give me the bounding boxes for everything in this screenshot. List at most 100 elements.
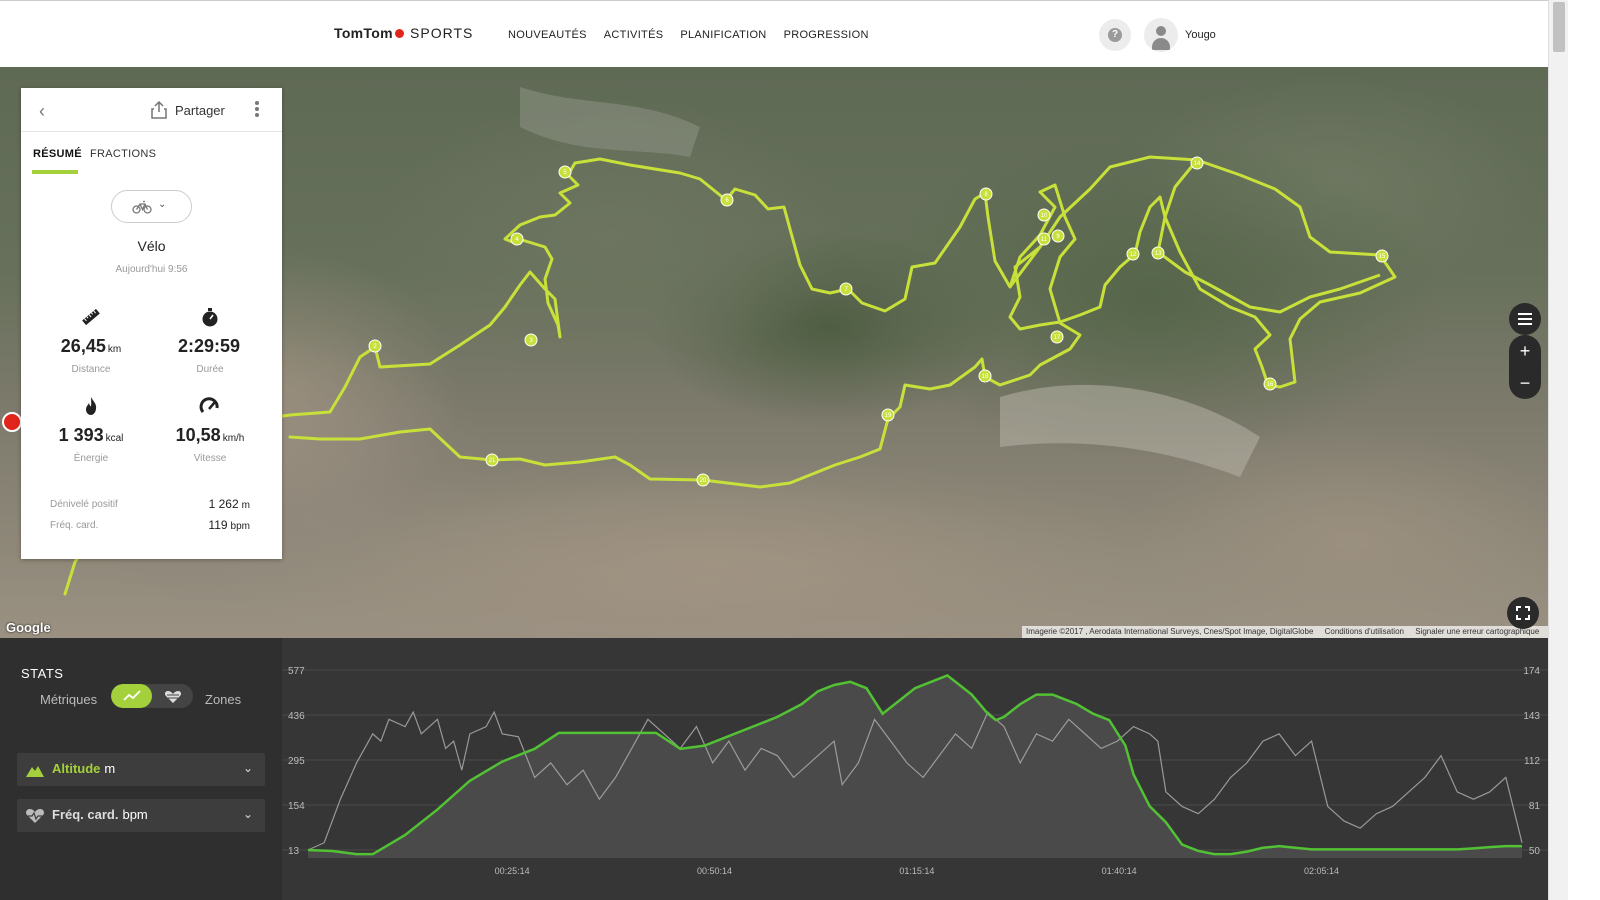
avatar-body-icon — [1152, 38, 1170, 50]
y-right-tick-label: 143 — [1523, 711, 1540, 722]
zoom-in-button[interactable]: + — [1509, 335, 1541, 367]
google-logo: Google — [6, 620, 51, 635]
lap-marker-label: 14 — [1194, 161, 1201, 167]
imagery-credit: Imagerie ©2017 , Aerodata International … — [1026, 627, 1314, 636]
lap-marker-label: 10 — [1041, 213, 1048, 219]
avatar-head-icon — [1156, 26, 1166, 36]
stats-chart[interactable]: 577 174 436 143 295 112 154 81 13 50 00:25:14 00:50… — [282, 638, 1548, 900]
nav-planification[interactable]: PLANIFICATION — [680, 29, 766, 41]
more-options-icon[interactable] — [254, 100, 260, 120]
speedometer-icon — [199, 397, 219, 413]
heart-rate-label: Fréq. card. — [50, 520, 99, 531]
lap-marker-label: 19 — [885, 413, 892, 419]
heart-rate-unit: bpm — [230, 521, 250, 532]
share-button[interactable]: Partager — [175, 103, 225, 118]
back-chevron-icon[interactable]: ‹ — [39, 101, 45, 122]
altitude-unit: m — [104, 761, 116, 776]
top-nav-bar: TomTom SPORTS NOUVEAUTÉS ACTIVITÉS PLANI… — [0, 0, 1548, 67]
altitude-metric-label: Altitude m — [52, 761, 115, 776]
distance-label: Distance — [71, 364, 111, 375]
metrics-toggle-label[interactable]: Métriques — [40, 692, 97, 707]
heart-rate-label-text: Fréq. card. — [52, 807, 119, 822]
heart-zones-icon — [164, 691, 182, 703]
tomtom-sports-logo[interactable]: TomTom SPORTS — [334, 25, 473, 41]
start-marker[interactable] — [2, 412, 22, 432]
zoom-out-button[interactable]: − — [1509, 367, 1541, 399]
elevation-gain-row: Dénivelé positif 1 262 m — [50, 497, 250, 511]
nav-progression[interactable]: PROGRESSION — [784, 29, 869, 41]
elevation-gain-number: 1 262 — [208, 497, 239, 511]
logo-product: SPORTS — [410, 25, 474, 41]
zones-toggle-label[interactable]: Zones — [205, 692, 241, 707]
help-button[interactable]: ? — [1099, 19, 1131, 51]
y-left-tick-label: 577 — [288, 666, 305, 677]
zones-toggle-option[interactable] — [152, 684, 193, 708]
nav-nouveautes[interactable]: NOUVEAUTÉS — [508, 29, 587, 41]
lap-marker-label: 21 — [489, 458, 496, 464]
help-icon: ? — [1108, 28, 1122, 42]
scrollbar-thumb[interactable] — [1553, 2, 1565, 52]
speed-value: 10,58 — [175, 425, 221, 445]
heart-rate-metric-dropdown[interactable]: Fréq. card. bpm ⌄ — [17, 799, 265, 832]
username[interactable]: Yougo — [1185, 29, 1216, 41]
fullscreen-icon — [1516, 606, 1530, 620]
fullscreen-button[interactable] — [1507, 597, 1539, 629]
terms-link[interactable]: Conditions d'utilisation — [1325, 627, 1404, 636]
metrics-zones-toggle[interactable] — [111, 684, 193, 708]
activity-date: Aujourd'hui 9:56 — [115, 264, 188, 275]
speed-label: Vitesse — [193, 453, 227, 464]
route-track — [1008, 155, 1397, 389]
heart-rate-metric-unit: bpm — [122, 807, 148, 822]
chevron-down-icon: ⌄ — [242, 761, 253, 775]
energy-value: 1 393 — [58, 425, 104, 445]
menu-icon — [1518, 313, 1532, 325]
user-avatar[interactable] — [1144, 18, 1178, 52]
y-right-tick-label: 112 — [1524, 756, 1540, 767]
ruler-icon — [82, 308, 100, 326]
altitude-metric-dropdown[interactable]: Altitude m ⌄ — [17, 753, 265, 786]
page-scrollbar[interactable] — [1548, 0, 1568, 900]
elevation-gain-label: Dénivelé positif — [50, 499, 118, 510]
right-gutter — [1568, 0, 1600, 900]
y-left-tick-label: 154 — [288, 801, 305, 812]
elevation-gain-value: 1 262 m — [209, 497, 250, 511]
chevron-down-icon: ⌄ — [158, 199, 167, 210]
duration-value: 2:29:59 — [177, 336, 241, 356]
y-right-tick-label: 81 — [1529, 801, 1541, 812]
lap-marker-label: 11 — [1041, 237, 1048, 243]
stat-speed: 10,58 km/h Vitesse — [150, 395, 270, 464]
tab-fractions[interactable]: FRACTIONS — [90, 148, 156, 160]
share-icon[interactable] — [151, 101, 167, 119]
card-toolbar: ‹ Partager — [21, 88, 282, 132]
heart-rate-row: Fréq. card. 119 bpm — [50, 518, 250, 532]
sport-type-dropdown[interactable]: ⌄ — [111, 190, 192, 223]
stat-duration: 2:29:59 Durée — [150, 306, 270, 375]
lap-marker-label: 16 — [1267, 382, 1274, 388]
app-root: TomTom SPORTS NOUVEAUTÉS ACTIVITÉS PLANI… — [0, 0, 1600, 900]
lap-marker-label: 20 — [700, 478, 707, 484]
elevation-gain-unit: m — [241, 500, 250, 511]
y-left-tick-label: 436 — [288, 711, 305, 722]
distance-value: 26,45 — [60, 336, 106, 356]
stats-title: STATS — [21, 666, 64, 681]
trend-line-icon — [123, 690, 141, 701]
lap-marker-label: 15 — [1379, 254, 1386, 260]
stat-distance: 26,45 km Distance — [31, 306, 151, 375]
x-tick-label: 00:25:14 — [495, 866, 530, 876]
metrics-toggle-option[interactable] — [111, 684, 152, 708]
stopwatch-icon — [202, 308, 218, 327]
lap-marker-label: 17 — [1054, 335, 1061, 341]
logo-dot-icon — [394, 29, 404, 38]
chevron-down-icon: ⌄ — [242, 807, 253, 821]
energy-unit: kcal — [105, 433, 124, 444]
nav-activites[interactable]: ACTIVITÉS — [604, 29, 664, 41]
map-cliff — [1000, 384, 1260, 477]
stats-panel: STATS Métriques Zones Altitude m ⌄ Fréq. … — [0, 638, 282, 900]
heart-icon — [26, 809, 44, 823]
tab-resume[interactable]: RÉSUMÉ — [33, 148, 82, 160]
x-tick-label: 01:15:14 — [899, 866, 934, 876]
layers-button[interactable] — [1509, 303, 1541, 335]
map-rock — [520, 87, 700, 157]
x-tick-label: 01:40:14 — [1102, 866, 1137, 876]
altitude-area — [308, 675, 1522, 858]
